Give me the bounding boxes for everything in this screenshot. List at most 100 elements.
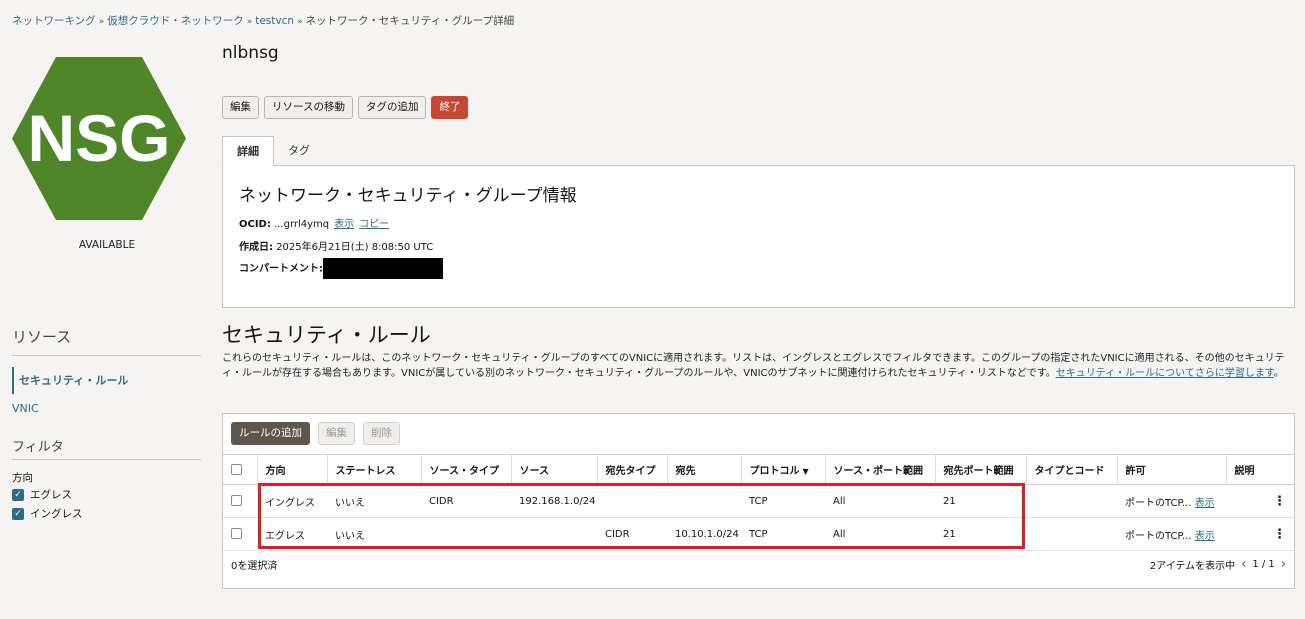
cell-dest-type (597, 484, 667, 518)
cell-dest-port: 21 (935, 484, 1026, 518)
tab-bar: 詳細 タグ (222, 136, 324, 166)
prev-page-icon[interactable]: ‹ (1241, 557, 1246, 572)
divider (12, 459, 201, 460)
add-tag-button[interactable]: タグの追加 (357, 96, 427, 119)
cell-dest (667, 484, 741, 518)
add-rule-button[interactable]: ルールの追加 (231, 422, 310, 445)
egress-label: エグレス (30, 489, 72, 501)
row-checkbox[interactable] (231, 495, 242, 507)
allows-text: ポートのTCP... (1125, 497, 1192, 509)
cell-allows: ポートのTCP... 表示 (1117, 484, 1226, 518)
items-showing: 2アイテムを表示中 (1149, 561, 1236, 572)
cell-source-type (421, 517, 511, 551)
egress-checkbox[interactable]: ✓ (12, 488, 24, 501)
col-allows[interactable]: 許可 (1116, 454, 1226, 485)
ingress-checkbox[interactable]: ✓ (12, 507, 24, 520)
allows-text: ポートのTCP... (1125, 530, 1192, 542)
status-label: AVAILABLE (78, 239, 136, 251)
terminate-button[interactable]: 終了 (431, 96, 469, 119)
row-select (223, 484, 257, 518)
sort-desc-icon: ▼ (802, 467, 809, 476)
nsg-logo-text: NSG (27, 101, 170, 175)
cell-allows: ポートのTCP... 表示 (1117, 517, 1226, 551)
col-description[interactable]: 説明 (1225, 454, 1294, 485)
col-stateless[interactable]: ステートレス (326, 454, 421, 485)
ocid-copy-link[interactable]: コピー (359, 219, 389, 230)
cell-dest-port: 21 (935, 517, 1026, 551)
breadcrumb-vcn-list[interactable]: 仮想クラウド・ネットワーク (107, 15, 244, 27)
cell-actions: ⋮ (1226, 517, 1294, 551)
cell-actions: ⋮ (1226, 484, 1294, 518)
table-row: エグレス いいえ CIDR 10.10.1.0/24 TCP All 21 ポー… (223, 517, 1294, 551)
tab-details[interactable]: 詳細 (222, 136, 274, 166)
ocid-label: OCID: (239, 219, 271, 230)
select-all-header (223, 454, 257, 485)
tab-tags[interactable]: タグ (274, 136, 324, 166)
ocid-row: OCID: ...grrl4ymq 表示 コピー (239, 215, 389, 230)
table-row: イングレス いいえ CIDR 192.168.1.0/24 TCP All 21… (223, 484, 1294, 518)
select-all-checkbox[interactable] (231, 463, 242, 475)
edit-rule-button[interactable]: 編集 (318, 422, 355, 445)
cell-dest: 10.10.1.0/24 (667, 517, 741, 551)
ingress-label: イングレス (30, 508, 83, 520)
row-select (223, 517, 257, 551)
rules-table: 方向 ステートレス ソース・タイプ ソース 宛先タイプ 宛先 プロトコル ▼ ソー… (223, 454, 1294, 551)
col-direction[interactable]: 方向 (256, 454, 327, 485)
cell-stateless: いいえ (327, 484, 421, 518)
action-buttons: 編集 リソースの移動 タグの追加 終了 (222, 96, 469, 119)
delete-rule-button[interactable]: 削除 (363, 422, 400, 445)
page-title: nlbnsg (222, 43, 279, 63)
col-protocol[interactable]: プロトコル ▼ (740, 454, 825, 485)
ocid-show-link[interactable]: 表示 (334, 219, 354, 230)
cell-source (511, 517, 597, 551)
next-page-icon[interactable]: › (1281, 557, 1286, 572)
cell-type-code (1026, 517, 1117, 551)
compartment-row: コンパートメント: (239, 258, 443, 279)
compartment-label: コンパートメント: (239, 263, 323, 275)
col-dest-port[interactable]: 宛先ポート範囲 (934, 454, 1026, 485)
cell-direction: エグレス (257, 517, 327, 551)
sidebar-item-vnic[interactable]: VNIC (12, 402, 39, 415)
selected-count: 0を選択済 (231, 561, 278, 572)
created-row: 作成日: 2025年6月21日(土) 8:08:50 UTC (239, 238, 433, 253)
edit-button[interactable]: 編集 (222, 96, 259, 119)
sidebar-item-security-rules[interactable]: セキュリティ・ルール (12, 367, 128, 394)
redacted-compartment (323, 258, 443, 279)
breadcrumb-networking[interactable]: ネットワーキング (12, 15, 96, 27)
breadcrumb-vcn[interactable]: testvcn (255, 15, 294, 27)
page-indicator: 1 / 1 (1252, 559, 1275, 570)
allows-show-link[interactable]: 表示 (1195, 498, 1215, 509)
cell-source-type: CIDR (421, 484, 511, 518)
col-source[interactable]: ソース (510, 454, 597, 485)
col-source-port[interactable]: ソース・ポート範囲 (824, 454, 935, 485)
created-label: 作成日: (239, 242, 273, 253)
cell-protocol: TCP (741, 484, 825, 518)
breadcrumb-current: ネットワーク・セキュリティ・グループ詳細 (305, 15, 515, 27)
cell-stateless: いいえ (327, 517, 421, 551)
cell-type-code (1026, 484, 1117, 518)
kebab-menu-icon[interactable]: ⋮ (1273, 527, 1286, 542)
created-value: 2025年6月21日(土) 8:08:50 UTC (276, 242, 434, 253)
move-resource-button[interactable]: リソースの移動 (264, 96, 353, 119)
filter-egress: ✓ エグレス (12, 487, 72, 502)
allows-show-link[interactable]: 表示 (1195, 531, 1215, 542)
section-description: これらのセキュリティ・ルールは、このネットワーク・セキュリティ・グループのすべて… (222, 352, 1287, 381)
resources-title: リソース (12, 328, 72, 346)
col-source-type[interactable]: ソース・タイプ (420, 454, 511, 485)
pagination: 2アイテムを表示中 ‹ 1 / 1 › (1150, 557, 1286, 572)
learn-more-link[interactable]: セキュリティ・ルールについてさらに学習します (1056, 368, 1274, 379)
col-type-code[interactable]: タイプとコード (1025, 454, 1117, 485)
ocid-value: ...grrl4ymq (274, 219, 330, 230)
col-dest-type[interactable]: 宛先タイプ (596, 454, 667, 485)
divider (12, 355, 201, 356)
cell-source-port: All (825, 517, 935, 551)
kebab-menu-icon[interactable]: ⋮ (1273, 494, 1286, 509)
breadcrumb-separator: » (246, 17, 253, 27)
breadcrumb-separator: » (98, 17, 105, 27)
row-checkbox[interactable] (231, 528, 242, 540)
table-header-row: 方向 ステートレス ソース・タイプ ソース 宛先タイプ 宛先 プロトコル ▼ ソー… (223, 454, 1294, 485)
cell-source-port: All (825, 484, 935, 518)
info-panel: ネットワーク・セキュリティ・グループ情報 OCID: ...grrl4ymq 表示… (222, 165, 1295, 308)
col-dest[interactable]: 宛先 (666, 454, 741, 485)
cell-protocol: TCP (741, 517, 825, 551)
